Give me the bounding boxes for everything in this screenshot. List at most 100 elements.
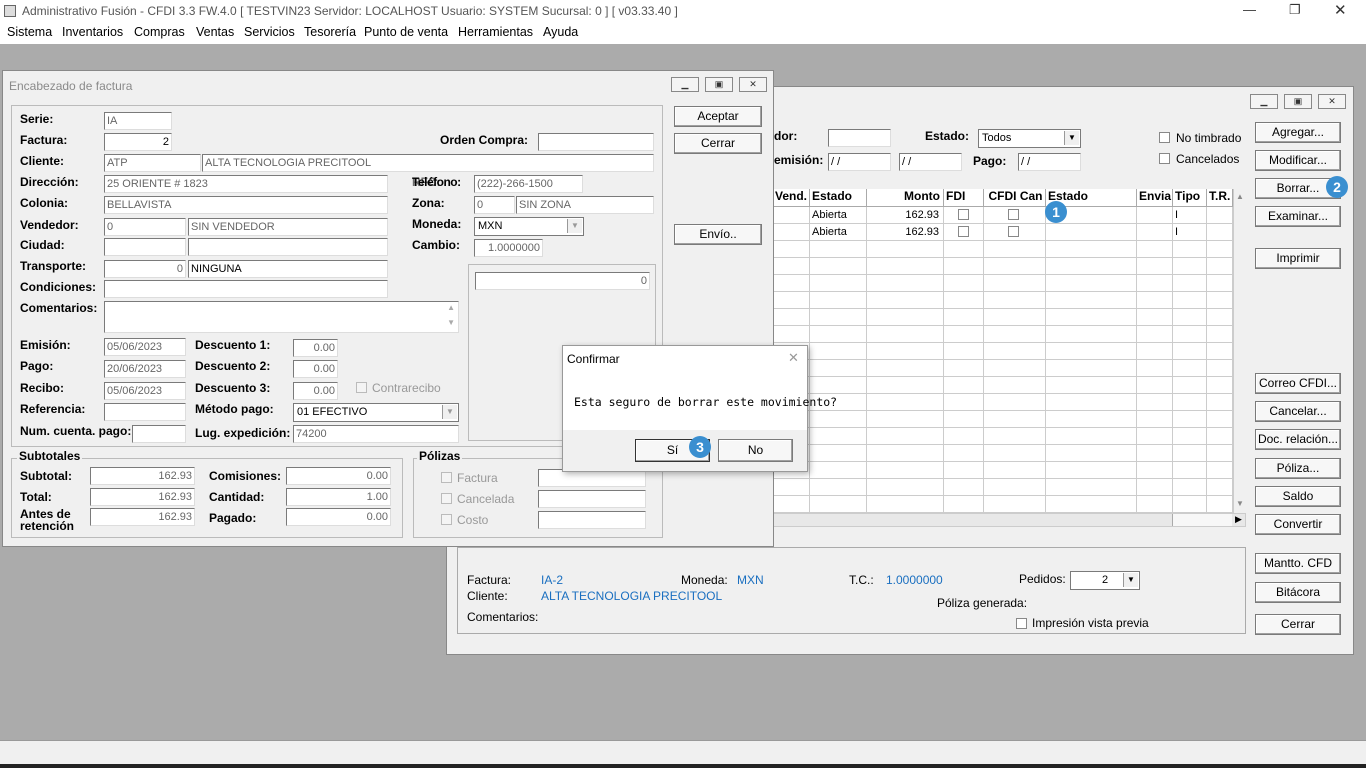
vendedor-filter-input[interactable] (828, 129, 891, 147)
scroll-down-icon[interactable]: ▼ (1236, 499, 1244, 508)
grid-cell[interactable] (1137, 411, 1173, 428)
minimize-icon[interactable]: ▁ (671, 77, 699, 92)
vendedor-code-input[interactable]: 0 (104, 218, 186, 236)
grid-cell[interactable] (773, 496, 810, 513)
grid-cell[interactable] (1046, 326, 1137, 343)
grid-cell[interactable] (1207, 394, 1233, 411)
grid-cell[interactable] (773, 241, 810, 258)
grid-cell[interactable] (984, 360, 1046, 377)
close-icon[interactable]: ✕ (1334, 1, 1347, 19)
grid-cell[interactable] (867, 428, 944, 445)
grid-cell[interactable] (867, 377, 944, 394)
grid-cell[interactable] (1173, 394, 1207, 411)
grid-cell[interactable] (1207, 360, 1233, 377)
grid-cell[interactable] (773, 292, 810, 309)
grid-cell[interactable] (1207, 275, 1233, 292)
cerrar-header-button[interactable]: Cerrar (674, 133, 762, 154)
grid-cell[interactable] (984, 326, 1046, 343)
grid-cell[interactable] (1046, 309, 1137, 326)
grid-cell[interactable] (1137, 309, 1173, 326)
cfdi-can-checkbox[interactable] (1008, 209, 1019, 220)
grid-cell[interactable] (984, 394, 1046, 411)
fdi-checkbox[interactable] (958, 209, 969, 220)
descuento3-input[interactable]: 0.00 (293, 382, 338, 400)
grid-cell[interactable] (1046, 411, 1137, 428)
grid-cell[interactable] (1207, 428, 1233, 445)
cliente-code-input[interactable]: ATP (104, 154, 201, 172)
grid-cell[interactable] (810, 309, 867, 326)
grid-header-vend[interactable]: Vend. (773, 189, 810, 207)
direccion-input[interactable]: 25 ORIENTE # 1823 (104, 175, 388, 193)
grid-cell[interactable] (1046, 360, 1137, 377)
grid-header-monto[interactable]: Monto (867, 189, 944, 207)
telefono-input[interactable]: (222)-266-1500 (474, 175, 583, 193)
modificar-button[interactable]: Modificar... (1255, 150, 1341, 171)
num-cuenta-input[interactable] (132, 425, 186, 443)
grid-cell[interactable] (1046, 292, 1137, 309)
zona-code-input[interactable]: 0 (474, 196, 515, 214)
ciudad-name-input[interactable] (188, 238, 388, 256)
grid-cell[interactable] (1173, 377, 1207, 394)
poliza-button[interactable]: Póliza... (1255, 458, 1341, 479)
grid-cell[interactable] (1137, 343, 1173, 360)
grid-cell[interactable] (1207, 241, 1233, 258)
grid-cell[interactable] (1046, 241, 1137, 258)
grid-cell[interactable] (1137, 428, 1173, 445)
grid-cell[interactable] (944, 496, 984, 513)
grid-cell[interactable] (984, 224, 1046, 241)
colonia-input[interactable]: BELLAVISTA (104, 196, 388, 214)
grid-cell[interactable] (867, 241, 944, 258)
grid-cell[interactable] (984, 241, 1046, 258)
convertir-button[interactable]: Convertir (1255, 514, 1341, 535)
grid-cell[interactable] (984, 445, 1046, 462)
grid-cell[interactable] (867, 479, 944, 496)
grid-cell[interactable] (810, 258, 867, 275)
menu-sistema[interactable]: Sistema (7, 25, 52, 39)
grid-header-estado[interactable]: Estado (810, 189, 867, 207)
grid-cell[interactable] (1173, 479, 1207, 496)
grid-cell[interactable] (984, 309, 1046, 326)
grid-cell[interactable] (1137, 326, 1173, 343)
no-timbrado-checkbox[interactable] (1159, 132, 1170, 143)
grid-cell[interactable] (773, 479, 810, 496)
close-icon[interactable]: ✕ (739, 77, 767, 92)
grid-cell[interactable] (1207, 377, 1233, 394)
grid-cell[interactable] (984, 479, 1046, 496)
grid-cell[interactable] (1173, 258, 1207, 275)
pedidos-select[interactable]: 2 ▼ (1070, 571, 1140, 590)
grid-cell[interactable] (944, 377, 984, 394)
grid-cell[interactable] (944, 343, 984, 360)
transporte-name-input[interactable]: NINGUNA (188, 260, 388, 278)
condiciones-input[interactable] (104, 280, 388, 298)
grid-cell[interactable] (1137, 275, 1173, 292)
grid-cell[interactable] (984, 462, 1046, 479)
grid-cell[interactable] (1207, 445, 1233, 462)
poliza-costo-input[interactable] (538, 511, 646, 529)
grid-cell[interactable] (984, 292, 1046, 309)
grid-cell[interactable] (1207, 207, 1233, 224)
grid-cell[interactable] (1207, 496, 1233, 513)
grid-cell[interactable] (810, 343, 867, 360)
grid-cell[interactable] (1137, 258, 1173, 275)
estado-filter-select[interactable]: Todos ▼ (978, 129, 1081, 148)
grid-cell[interactable] (1046, 462, 1137, 479)
grid-cell[interactable] (1137, 462, 1173, 479)
grid-cell[interactable] (1046, 377, 1137, 394)
metodo-pago-select[interactable]: 01 EFECTIVO ▼ (293, 403, 459, 422)
poliza-costo-checkbox[interactable] (441, 514, 452, 525)
moneda-select[interactable]: MXN ▼ (474, 217, 584, 236)
grid-cell[interactable] (773, 258, 810, 275)
grid-cell[interactable] (984, 207, 1046, 224)
menu-servicios[interactable]: Servicios (244, 25, 295, 39)
grid-cell[interactable] (944, 207, 984, 224)
grid-cell[interactable] (984, 258, 1046, 275)
chevron-down-icon[interactable]: ▼ (1064, 131, 1079, 145)
referencia-input[interactable] (104, 403, 186, 421)
grid-cell[interactable] (1207, 343, 1233, 360)
examinar-button[interactable]: Examinar... (1255, 206, 1341, 227)
serie-input[interactable]: IA (104, 112, 172, 130)
vista-previa-checkbox[interactable] (1016, 618, 1027, 629)
grid-cell[interactable] (1207, 292, 1233, 309)
grid-cell[interactable] (810, 275, 867, 292)
grid-cell[interactable] (944, 326, 984, 343)
